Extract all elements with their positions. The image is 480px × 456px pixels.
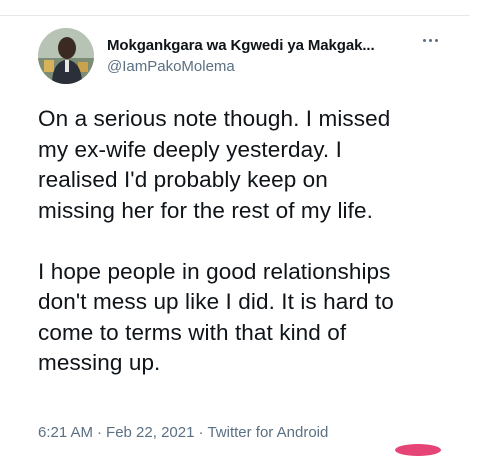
floating-action-button[interactable] [395,444,441,456]
meta-separator: · [97,424,103,441]
top-divider [0,15,470,16]
tweet-line: messing up. [38,350,161,375]
avatar[interactable] [38,28,94,84]
tweet-date[interactable]: Feb 22, 2021 [106,424,194,441]
tweet-line: come to terms with that kind of [38,319,347,345]
tweet-line: On a serious note though. I missed [38,106,391,131]
meta-separator: · [198,424,204,441]
tweet-line: I hope people in good relationships [38,258,391,284]
tweet-time[interactable]: 6:21 AM [38,424,93,441]
tweet-line: realised I'd probably keep on [38,167,328,192]
tweet-line: my ex-wife deeply yesterday. I [38,136,342,162]
more-horizontal-icon[interactable] [421,34,441,46]
avatar-photo [38,28,94,84]
tweet-metadata: 6:21 AM · Feb 22, 2021 · Twitter for Android [38,424,328,441]
tweet-line: missing her for the rest of my life. [38,197,373,223]
display-name[interactable]: Mokgankgara wa Kgwedi ya Makgak... [107,37,375,54]
tweet-text: On a serious note though. I missed my ex… [38,104,468,379]
tweet-source[interactable]: Twitter for Android [207,424,328,441]
tweet-line: don't mess up like I did. It is hard to [38,289,394,314]
user-handle[interactable]: @IamPakoMolema [107,58,235,75]
